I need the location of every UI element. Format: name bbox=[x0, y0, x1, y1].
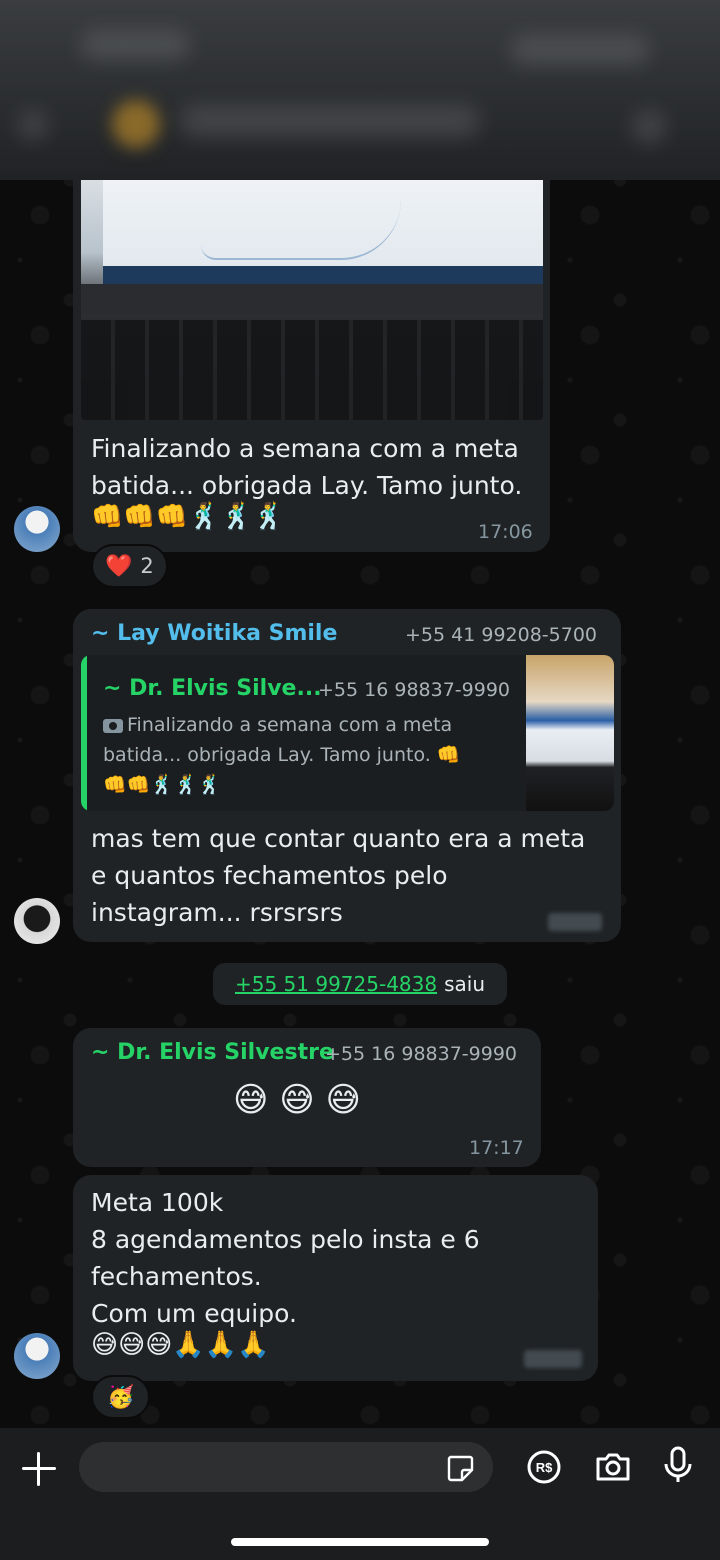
svg-text:R$: R$ bbox=[536, 1460, 553, 1475]
quote-text-line: batida... obrigada Lay. Tamo junto. 👊 bbox=[103, 744, 461, 766]
camera-icon[interactable] bbox=[593, 1447, 633, 1487]
message-text-line: fechamentos. bbox=[91, 1262, 262, 1291]
quote-text-line: 👊👊🕺🕺🕺 bbox=[103, 774, 222, 796]
payment-icon[interactable]: R$ bbox=[524, 1447, 564, 1487]
quote-thumbnail bbox=[526, 655, 614, 811]
microphone-icon[interactable] bbox=[658, 1445, 698, 1485]
quote-text: Finalizando a semana com a meta batida..… bbox=[103, 710, 503, 800]
reaction-badge[interactable]: 🥳 bbox=[91, 1375, 151, 1419]
message-text: Meta 100k 8 agendamentos pelo insta e 6 … bbox=[91, 1184, 591, 1332]
quote-sender-name: ~ Dr. Elvis Silve... bbox=[103, 676, 322, 701]
sender-phone: +55 41 99208-5700 bbox=[405, 624, 598, 646]
message-text: Finalizando a semana com a meta batida..… bbox=[91, 430, 541, 504]
camera-icon bbox=[103, 718, 123, 733]
quote-bar bbox=[81, 655, 87, 811]
message-emojis: 😅😅😅🙏🙏🙏 bbox=[91, 1330, 270, 1360]
message-text-line: mas tem que contar quanto era a meta bbox=[91, 824, 586, 853]
sender-name[interactable]: ~ Dr. Elvis Silvestre bbox=[91, 1040, 334, 1065]
message-text-line: instagram... rsrsrsrs bbox=[91, 898, 343, 927]
sender-phone: +55 16 98837-9990 bbox=[325, 1043, 518, 1065]
reaction-count: 2 bbox=[140, 554, 154, 578]
message-time: 17:06 bbox=[478, 521, 533, 543]
message-photo[interactable] bbox=[81, 180, 543, 420]
message-text-line: Meta 100k bbox=[91, 1188, 224, 1217]
message-time-blurred bbox=[524, 1350, 582, 1368]
quoted-message[interactable]: ~ Dr. Elvis Silve... +55 16 98837-9990 F… bbox=[81, 655, 614, 811]
chat-header-blurred bbox=[0, 0, 720, 180]
system-action: saiu bbox=[444, 972, 486, 996]
message-emojis: 😅 😅 😅 bbox=[233, 1080, 361, 1120]
composer-bar: R$ bbox=[0, 1428, 720, 1560]
message-text: mas tem que contar quanto era a meta e q… bbox=[91, 820, 611, 931]
party-face-icon: 🥳 bbox=[107, 1384, 135, 1410]
system-phone-link[interactable]: +55 51 99725-4838 bbox=[235, 972, 437, 996]
message-time: 17:17 bbox=[469, 1137, 524, 1159]
quote-text-line: Finalizando a semana com a meta bbox=[103, 710, 503, 740]
chat-message-list[interactable]: Finalizando a semana com a meta batida..… bbox=[0, 180, 720, 1428]
message-time-blurred bbox=[548, 913, 602, 931]
message-text-line: e quantos fechamentos pelo bbox=[91, 861, 448, 890]
message-text-line: batida... obrigada Lay. Tamo junto. bbox=[91, 471, 523, 500]
message-text-line: Com um equipo. bbox=[91, 1299, 297, 1328]
heart-icon: ❤️ bbox=[105, 553, 133, 579]
quote-sender-phone: +55 16 98837-9990 bbox=[318, 679, 511, 701]
message-emojis: 👊👊👊🕺🕺🕺 bbox=[91, 502, 286, 532]
home-indicator bbox=[231, 1538, 489, 1546]
message-text-line: 8 agendamentos pelo insta e 6 bbox=[91, 1225, 480, 1254]
system-message: +55 51 99725-4838 saiu bbox=[213, 963, 507, 1005]
plus-icon[interactable] bbox=[20, 1450, 58, 1488]
sticker-icon[interactable] bbox=[445, 1453, 475, 1483]
sender-name[interactable]: ~ Lay Woitika Smile bbox=[91, 621, 337, 646]
message-input[interactable] bbox=[79, 1442, 493, 1492]
message-text-line: Finalizando a semana com a meta bbox=[91, 434, 519, 463]
reaction-badge[interactable]: ❤️ 2 bbox=[91, 544, 168, 588]
avatar[interactable] bbox=[14, 1333, 60, 1379]
avatar[interactable] bbox=[14, 898, 60, 944]
avatar[interactable] bbox=[14, 506, 60, 552]
